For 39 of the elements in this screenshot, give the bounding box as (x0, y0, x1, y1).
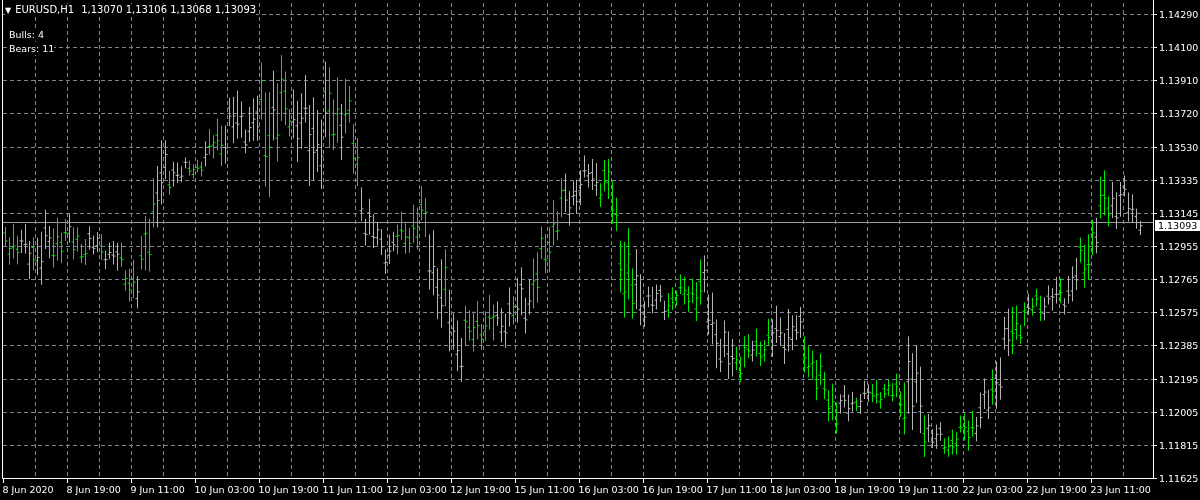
time-label: 16 Jun 19:00 (642, 484, 703, 495)
price-label: 1.12955 (1159, 240, 1199, 252)
price-label: 1.13720 (1159, 107, 1199, 119)
price-label: 1.14290 (1159, 8, 1199, 20)
quote-values: 1,13070 1,13106 1,13068 1,13093 (81, 4, 257, 17)
time-label: 12 Jun 19:00 (450, 484, 511, 495)
price-label: 1.12765 (1159, 273, 1199, 285)
price-label: 1.13910 (1159, 74, 1199, 86)
symbol-label: EURUSD,H1 (15, 4, 75, 17)
time-label: 18 Jun 19:00 (834, 484, 895, 495)
time-label: 22 Jun 03:00 (962, 484, 1023, 495)
time-label: 17 Jun 11:00 (706, 484, 767, 495)
price-label: 1.12575 (1159, 306, 1199, 318)
time-label: 19 Jun 11:00 (898, 484, 959, 495)
time-label: 22 Jun 19:00 (1026, 484, 1087, 495)
counter-label: Bears: 11 (9, 43, 55, 55)
time-label: 8 Jun 2020 (2, 484, 54, 495)
time-label: 10 Jun 03:00 (194, 484, 255, 495)
price-label: 1.13335 (1159, 174, 1199, 186)
price-label: 1.14100 (1159, 41, 1199, 53)
price-label: 1.11815 (1159, 439, 1199, 451)
price-label: 1.12005 (1159, 406, 1199, 418)
price-label: 1.13145 (1159, 207, 1199, 219)
time-label: 12 Jun 03:00 (386, 484, 447, 495)
time-label: 8 Jun 19:00 (66, 484, 121, 495)
counter-label: Bulls: 4 (9, 29, 45, 41)
current-price-label: 1.13093 (1155, 220, 1200, 231)
price-label: 1.11625 (1159, 472, 1199, 484)
time-label: 10 Jun 19:00 (258, 484, 319, 495)
time-label: 18 Jun 03:00 (770, 484, 831, 495)
price-label: 1.12385 (1159, 339, 1199, 351)
price-label: 1.13530 (1159, 141, 1199, 153)
time-label: 16 Jun 03:00 (578, 484, 639, 495)
price-label: 1.12195 (1159, 373, 1199, 385)
time-label: 11 Jun 11:00 (322, 484, 383, 495)
time-label: 9 Jun 11:00 (130, 484, 185, 495)
time-label: 15 Jun 11:00 (514, 484, 575, 495)
time-label: 23 Jun 11:00 (1090, 484, 1151, 495)
collapse-toggle[interactable]: ▼ (5, 4, 12, 17)
